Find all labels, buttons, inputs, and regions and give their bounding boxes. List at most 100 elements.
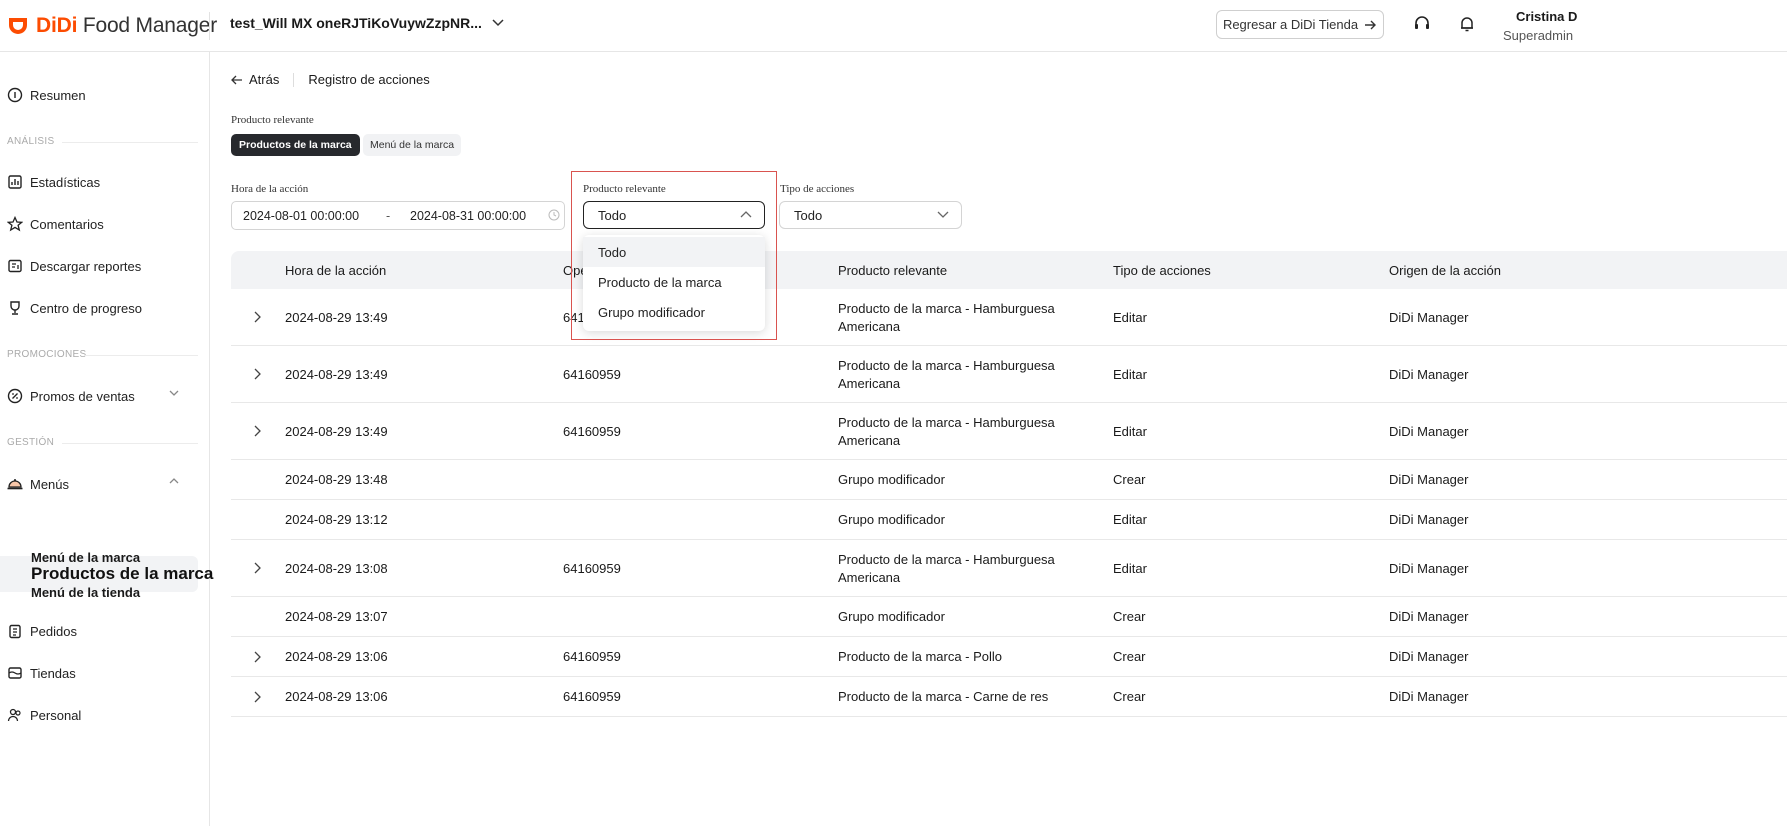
cell-time: 2024-08-29 13:12 (285, 512, 388, 527)
back-label: Atrás (249, 72, 280, 87)
sidebar-item-resumen[interactable]: Resumen (0, 81, 210, 109)
actions-table: Hora de la acción Ope Producto relevante… (231, 251, 1787, 717)
cell-product-2: Americana (838, 570, 901, 585)
chevron-right-icon[interactable] (253, 368, 261, 380)
date-range-picker[interactable]: 2024-08-01 00:00:00 - 2024-08-31 00:00:0… (231, 201, 565, 230)
sidebar-label: Pedidos (30, 623, 77, 639)
star-icon (6, 215, 24, 233)
table-row[interactable]: 2024-08-29 13:06 64160959 Producto de la… (231, 677, 1787, 717)
cell-origen: DiDi Manager (1389, 649, 1469, 664)
cell-origen: DiDi Manager (1389, 367, 1469, 382)
table-row[interactable]: 2024-08-29 13:06 64160959 Producto de la… (231, 637, 1787, 677)
chevron-right-icon[interactable] (253, 425, 261, 437)
dropdown-option-producto-marca[interactable]: Producto de la marca (583, 267, 765, 297)
date-start[interactable]: 2024-08-01 00:00:00 (243, 209, 359, 223)
user-menu[interactable]: Cristina D Superadmin (1500, 9, 1787, 43)
chevron-right-icon[interactable] (253, 651, 261, 663)
cell-origen: DiDi Manager (1389, 512, 1469, 527)
dropdown-option-todo[interactable]: Todo (583, 237, 765, 267)
cell-product: Producto de la marca - Hamburguesa (838, 415, 1055, 430)
cell-origen: DiDi Manager (1389, 472, 1469, 487)
back-to-tienda-label: Regresar a DiDi Tienda (1222, 17, 1359, 32)
arrow-right-icon (1365, 20, 1377, 29)
producto-select-value: Todo (598, 207, 627, 223)
logo-brand: DiDi (36, 14, 78, 37)
didi-logo[interactable]: DiDi Food Manager (6, 11, 217, 41)
chevron-right-icon[interactable] (253, 691, 261, 703)
section-divider (84, 355, 198, 356)
sidebar-item-pedidos[interactable]: Pedidos (0, 617, 210, 645)
cell-product: Producto de la marca - Hamburguesa (838, 358, 1055, 373)
table-row[interactable]: 2024-08-29 13:12 Grupo modificador Edita… (231, 500, 1787, 540)
sidebar-item-promos[interactable]: Promos de ventas (0, 382, 210, 410)
sidebar-item-estadisticas[interactable]: Estadísticas (0, 168, 210, 196)
cell-product-2: Americana (838, 433, 901, 448)
sidebar-item-menu-tienda[interactable]: Menú de la tienda (31, 585, 140, 600)
trophy-icon (6, 299, 24, 317)
cell-product: Grupo modificador (838, 609, 945, 624)
hora-accion-label: Hora de la acción (231, 183, 309, 195)
notification-bell-icon[interactable] (1457, 14, 1477, 34)
store-selector[interactable]: test_Will MX oneRJTiKoVuywZzpNR... (230, 15, 504, 31)
col-tipo: Tipo de acciones (1113, 263, 1211, 278)
store-name: test_Will MX oneRJTiKoVuywZzpNR... (230, 15, 482, 31)
chevron-right-icon[interactable] (253, 311, 261, 323)
breadcrumb: Atrás Registro de acciones (231, 72, 430, 87)
section-promociones: PROMOCIONES (7, 349, 87, 360)
chevron-right-icon[interactable] (253, 562, 261, 574)
tipo-acciones-select[interactable]: Todo (779, 201, 962, 229)
cell-tipo: Editar (1113, 310, 1147, 325)
chevron-down-icon (492, 19, 504, 27)
table-row[interactable]: 2024-08-29 13:49 64160959 Producto de la… (231, 346, 1787, 403)
sidebar-item-centro[interactable]: Centro de progreso (0, 294, 210, 322)
chevron-up-icon (169, 478, 179, 484)
date-end[interactable]: 2024-08-31 00:00:00 (410, 209, 526, 223)
download-report-icon (6, 257, 24, 275)
sidebar-item-menus[interactable]: Menús (0, 470, 210, 498)
segment-menu-marca[interactable]: Menú de la marca (363, 134, 462, 156)
sidebar-label: Promos de ventas (30, 388, 135, 404)
sidebar-label: Centro de progreso (30, 300, 143, 316)
section-divider (62, 443, 198, 444)
table-row[interactable]: 2024-08-29 13:49 64160959 Producto de la… (231, 403, 1787, 460)
cell-op: 64160959 (563, 424, 621, 439)
cell-product-2: Americana (838, 319, 901, 334)
cell-tipo: Editar (1113, 367, 1147, 382)
store-icon (6, 664, 24, 682)
sidebar-item-personal[interactable]: Personal (0, 701, 210, 729)
sidebar-item-descargar[interactable]: Descargar reportes (0, 252, 210, 280)
arrow-left-icon (231, 75, 242, 84)
sidebar-label: Comentarios (30, 216, 104, 232)
table-row[interactable]: 2024-08-29 13:07 Grupo modificador Crear… (231, 597, 1787, 637)
cell-origen: DiDi Manager (1389, 424, 1469, 439)
cell-tipo: Editar (1113, 561, 1147, 576)
segment-productos-marca[interactable]: Productos de la marca (231, 134, 360, 156)
dropdown-option-grupo-modificador[interactable]: Grupo modificador (583, 297, 765, 327)
cell-op: 64160959 (563, 367, 621, 382)
date-separator: - (386, 209, 391, 223)
cell-product: Producto de la marca - Hamburguesa (838, 301, 1055, 316)
cell-op: 64160959 (563, 649, 621, 664)
cell-tipo: Crear (1113, 609, 1146, 624)
producto-relevante-select[interactable]: Todo (583, 201, 765, 229)
support-headset-icon[interactable] (1412, 14, 1432, 34)
tipo-select-value: Todo (794, 207, 823, 223)
table-row[interactable]: 2024-08-29 13:49 641 Producto de la marc… (231, 289, 1787, 346)
cell-time: 2024-08-29 13:07 (285, 609, 388, 624)
sidebar-item-tiendas[interactable]: Tiendas (0, 659, 210, 687)
sidebar-item-menu-marca[interactable]: Menú de la marca (31, 550, 140, 565)
sidebar-item-productos-marca-label: Productos de la marca (31, 564, 214, 583)
sidebar-label: Personal (30, 707, 82, 723)
back-link[interactable]: Atrás (231, 72, 279, 87)
cell-origen: DiDi Manager (1389, 561, 1469, 576)
cell-op: 641 (563, 310, 585, 325)
cell-product: Producto de la marca - Hamburguesa (838, 552, 1055, 567)
producto-relevante-label: Producto relevante (231, 114, 314, 126)
table-row[interactable]: 2024-08-29 13:08 64160959 Producto de la… (231, 540, 1787, 597)
table-row[interactable]: 2024-08-29 13:48 Grupo modificador Crear… (231, 460, 1787, 500)
cell-time: 2024-08-29 13:49 (285, 310, 388, 325)
people-icon (6, 706, 24, 724)
chevron-down-icon (169, 390, 179, 396)
back-to-tienda-button[interactable]: Regresar a DiDi Tienda (1216, 10, 1384, 39)
sidebar-item-comentarios[interactable]: Comentarios (0, 210, 210, 238)
